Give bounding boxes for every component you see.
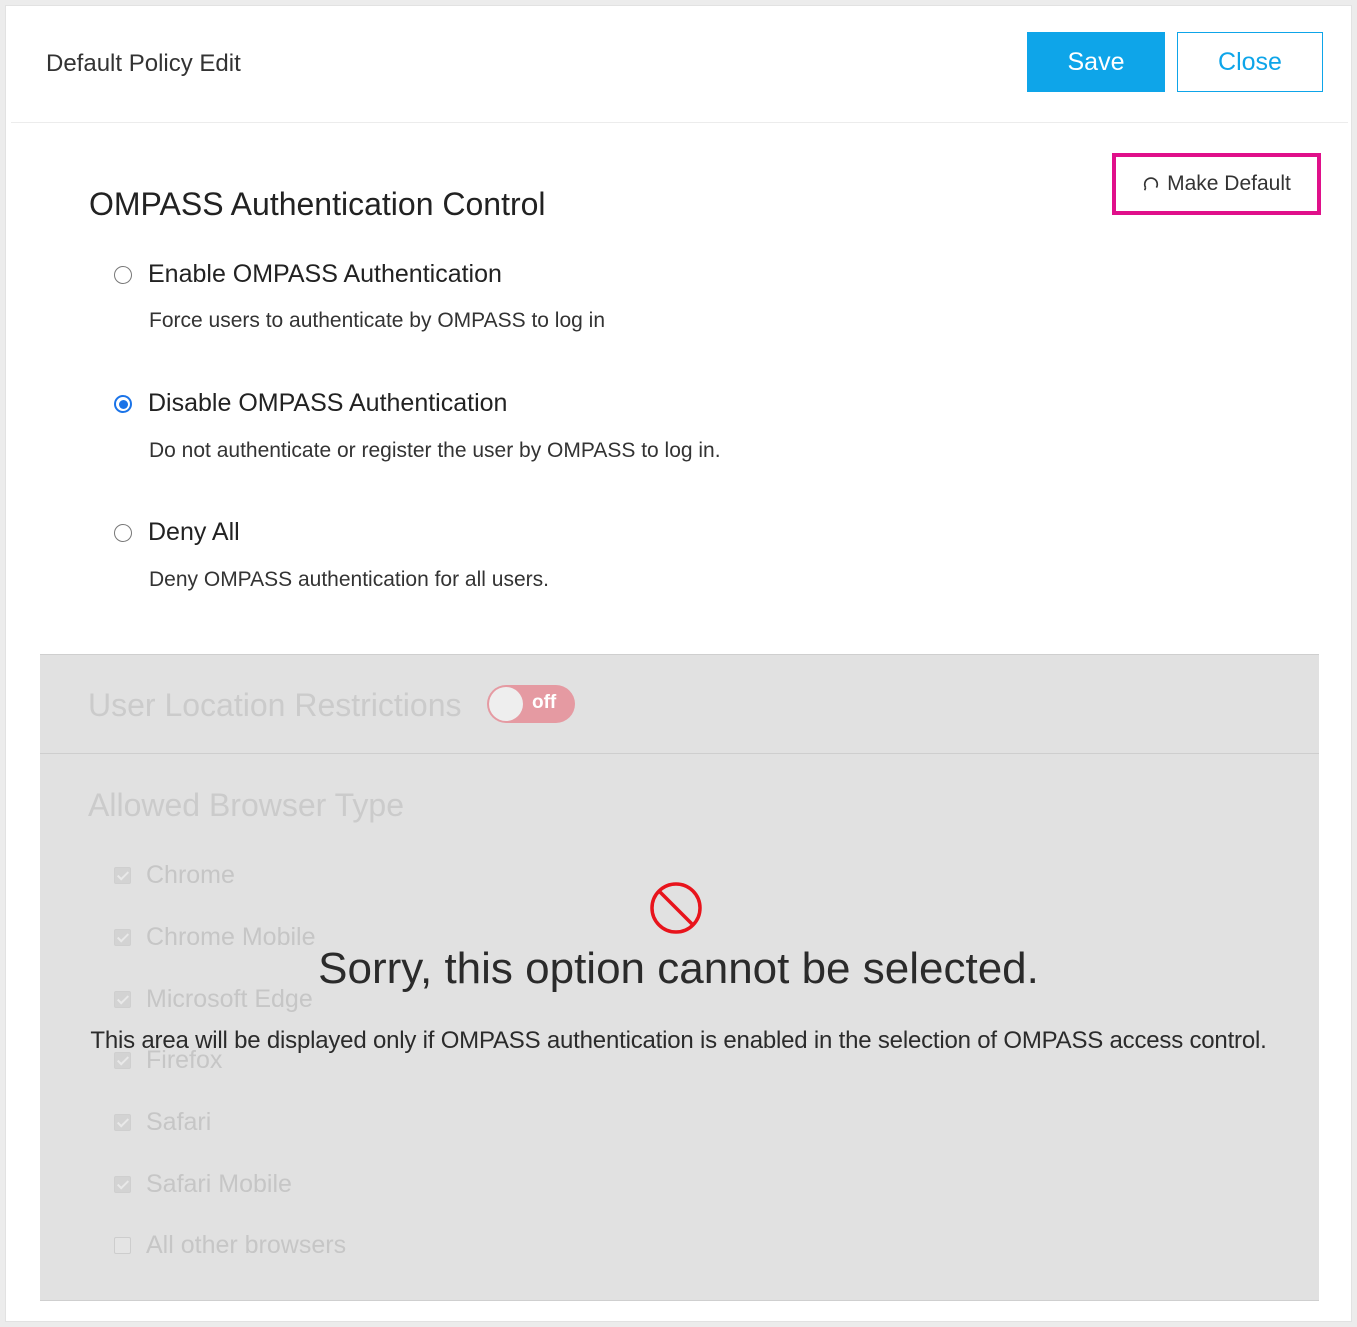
make-default-label: Make Default	[1167, 172, 1291, 195]
browser-type-title: Allowed Browser Type	[88, 787, 404, 823]
browser-label: Chrome	[146, 861, 235, 889]
toggle-knob	[489, 687, 523, 721]
radio-deny-all[interactable]	[114, 524, 132, 542]
prohibited-icon	[650, 882, 702, 934]
checkbox	[114, 1176, 131, 1193]
checkbox	[114, 1237, 131, 1254]
option-deny-all-label[interactable]: Deny All	[148, 518, 240, 547]
radio-disable[interactable]	[114, 395, 132, 413]
checkbox	[114, 867, 131, 884]
location-restrictions-title: User Location Restrictions	[88, 687, 462, 723]
location-restrictions-toggle: off	[487, 685, 575, 723]
unavailable-message: Sorry, this option cannot be selected.	[318, 944, 1039, 993]
radio-enable[interactable]	[114, 266, 132, 284]
checkbox	[114, 1114, 131, 1131]
browser-label: All other browsers	[146, 1231, 347, 1259]
policy-edit-dialog: Default Policy Edit Save Close Make Defa…	[5, 5, 1352, 1322]
dialog-header: Default Policy Edit Save Close	[11, 6, 1348, 123]
section-divider	[40, 753, 1319, 754]
unavailable-submessage: This area will be displayed only if OMPA…	[90, 1027, 1267, 1054]
close-button[interactable]: Close	[1177, 32, 1323, 92]
browser-label: Safari	[146, 1108, 212, 1136]
make-default-button[interactable]: Make Default	[1112, 153, 1321, 215]
option-deny-all-description: Deny OMPASS authentication for all users…	[149, 568, 549, 591]
save-button[interactable]: Save	[1027, 32, 1165, 92]
auth-control-title: OMPASS Authentication Control	[89, 186, 546, 222]
option-disable-label[interactable]: Disable OMPASS Authentication	[148, 389, 507, 418]
refresh-icon	[1144, 177, 1159, 191]
browser-label: Safari Mobile	[146, 1170, 292, 1198]
page-title: Default Policy Edit	[46, 50, 241, 77]
option-enable-description: Force users to authenticate by OMPASS to…	[149, 309, 606, 332]
option-enable-label[interactable]: Enable OMPASS Authentication	[148, 260, 502, 289]
option-disable-description: Do not authenticate or register the user…	[149, 439, 721, 462]
toggle-label: off	[532, 692, 557, 713]
